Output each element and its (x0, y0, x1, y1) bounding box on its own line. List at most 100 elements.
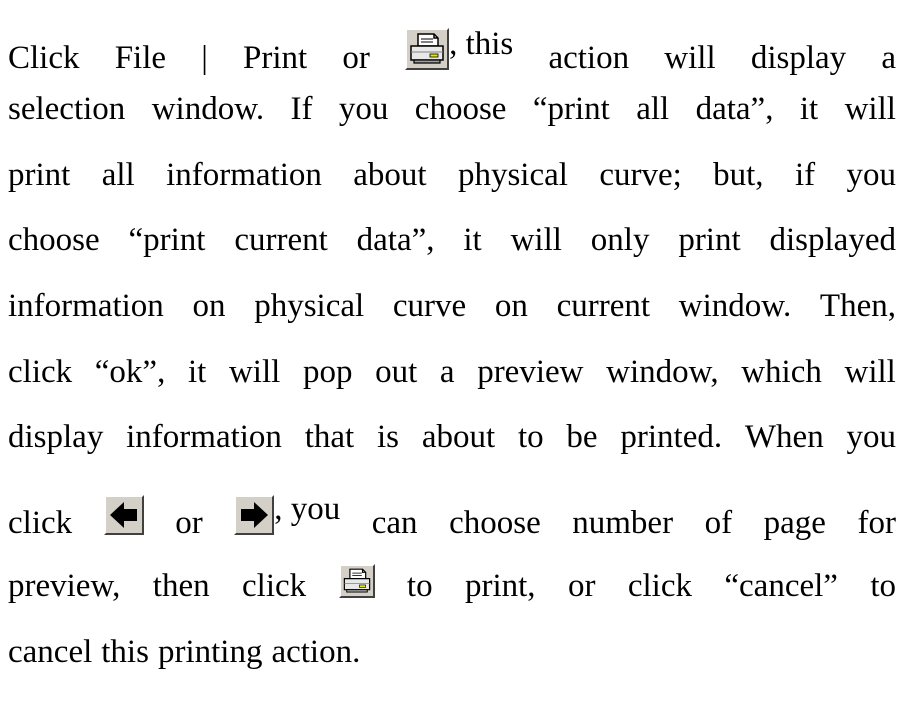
word: to (517, 419, 544, 455)
word: to (870, 568, 896, 604)
word: click (8, 505, 73, 541)
word: current (556, 288, 651, 324)
word: which (741, 354, 822, 390)
word: cancel (8, 634, 93, 670)
word: or (342, 40, 370, 76)
word: If (290, 91, 313, 127)
word: for (857, 505, 896, 541)
word: When (744, 419, 824, 455)
word: Print (243, 40, 308, 76)
word: File (114, 40, 167, 76)
word: displayed (769, 222, 896, 258)
word: data”, (695, 91, 774, 127)
word: about (421, 419, 496, 455)
word: page (763, 505, 826, 541)
word: data”, (356, 222, 435, 258)
word: click (8, 354, 73, 390)
right-arrow-icon (241, 502, 269, 528)
word: click (627, 568, 692, 604)
word: be (566, 419, 598, 455)
prev-page-group (103, 493, 144, 547)
text-line: Click File | Print or , this action will (8, 20, 896, 76)
word: but, (713, 157, 764, 193)
next-page-button[interactable] (234, 495, 275, 535)
word: print (678, 222, 741, 258)
word: physical (457, 157, 568, 193)
word: action (548, 40, 630, 76)
word: will (228, 354, 281, 390)
word: can (371, 505, 418, 541)
print-button[interactable] (338, 564, 375, 598)
word: information (8, 288, 164, 324)
word: curve (392, 288, 467, 324)
word: about (353, 157, 427, 193)
word: display (8, 419, 104, 455)
text-line: click or , you can choose number of page… (8, 485, 896, 541)
printer-icon (343, 568, 370, 593)
word: Click (8, 40, 80, 76)
prev-page-button[interactable] (103, 495, 144, 535)
word: it (463, 222, 482, 258)
word: out (375, 354, 418, 390)
word: is (377, 419, 400, 455)
word: will (664, 40, 716, 76)
word: that (304, 419, 355, 455)
word: you (338, 91, 389, 127)
word: a (881, 40, 896, 76)
word: on (192, 288, 226, 324)
next-page-group: , you (234, 485, 341, 535)
word: window. (151, 91, 265, 127)
text-line: cancel this printing action. (8, 628, 896, 676)
printer-icon (410, 33, 444, 64)
word: information (166, 157, 322, 193)
word: , this (449, 26, 514, 62)
word: curve; (599, 157, 682, 193)
word: or (567, 568, 596, 604)
word: print, (464, 568, 536, 604)
word: “print (128, 222, 206, 258)
word: then (152, 568, 210, 604)
menu-separator: | (201, 40, 208, 76)
word: will (844, 354, 896, 390)
word: selection (8, 91, 126, 127)
word: you (846, 157, 896, 193)
word: of (704, 505, 733, 541)
word: current (234, 222, 328, 258)
word: will (844, 91, 896, 127)
word: it (187, 354, 207, 390)
print-button[interactable] (405, 28, 450, 70)
word: all (101, 157, 135, 193)
word: pop (302, 354, 353, 390)
word: action. (271, 634, 361, 670)
word: you (846, 419, 897, 455)
word: choose (414, 91, 507, 127)
word: choose (449, 505, 541, 541)
word: preview (477, 354, 584, 390)
word: a (439, 354, 455, 390)
word: “ok”, (94, 354, 166, 390)
word: preview, (8, 568, 121, 604)
text-line: choose “print current data”, it will onl… (8, 216, 896, 264)
word: , you (274, 491, 341, 527)
word: click (242, 568, 307, 604)
word: only (590, 222, 650, 258)
word: choose (8, 222, 100, 258)
word: on (494, 288, 528, 324)
text-line: preview, then click to print, or click “… (8, 562, 896, 610)
print-inline-group: , this (405, 20, 514, 70)
word: it (799, 91, 819, 127)
text-line: click “ok”, it will pop out a preview wi… (8, 348, 896, 396)
word: to (406, 568, 433, 604)
word: number (572, 505, 674, 541)
word: this (101, 634, 149, 670)
word: window, (606, 354, 719, 390)
word: Then, (819, 288, 896, 324)
text-line: selection window. If you choose “print a… (8, 85, 896, 133)
word: information (126, 419, 282, 455)
left-arrow-icon (109, 502, 137, 528)
word: or (175, 505, 203, 541)
word: print (8, 157, 71, 193)
word: all (636, 91, 670, 127)
word: “print (532, 91, 610, 127)
text-line: information on physical curve on current… (8, 282, 896, 330)
